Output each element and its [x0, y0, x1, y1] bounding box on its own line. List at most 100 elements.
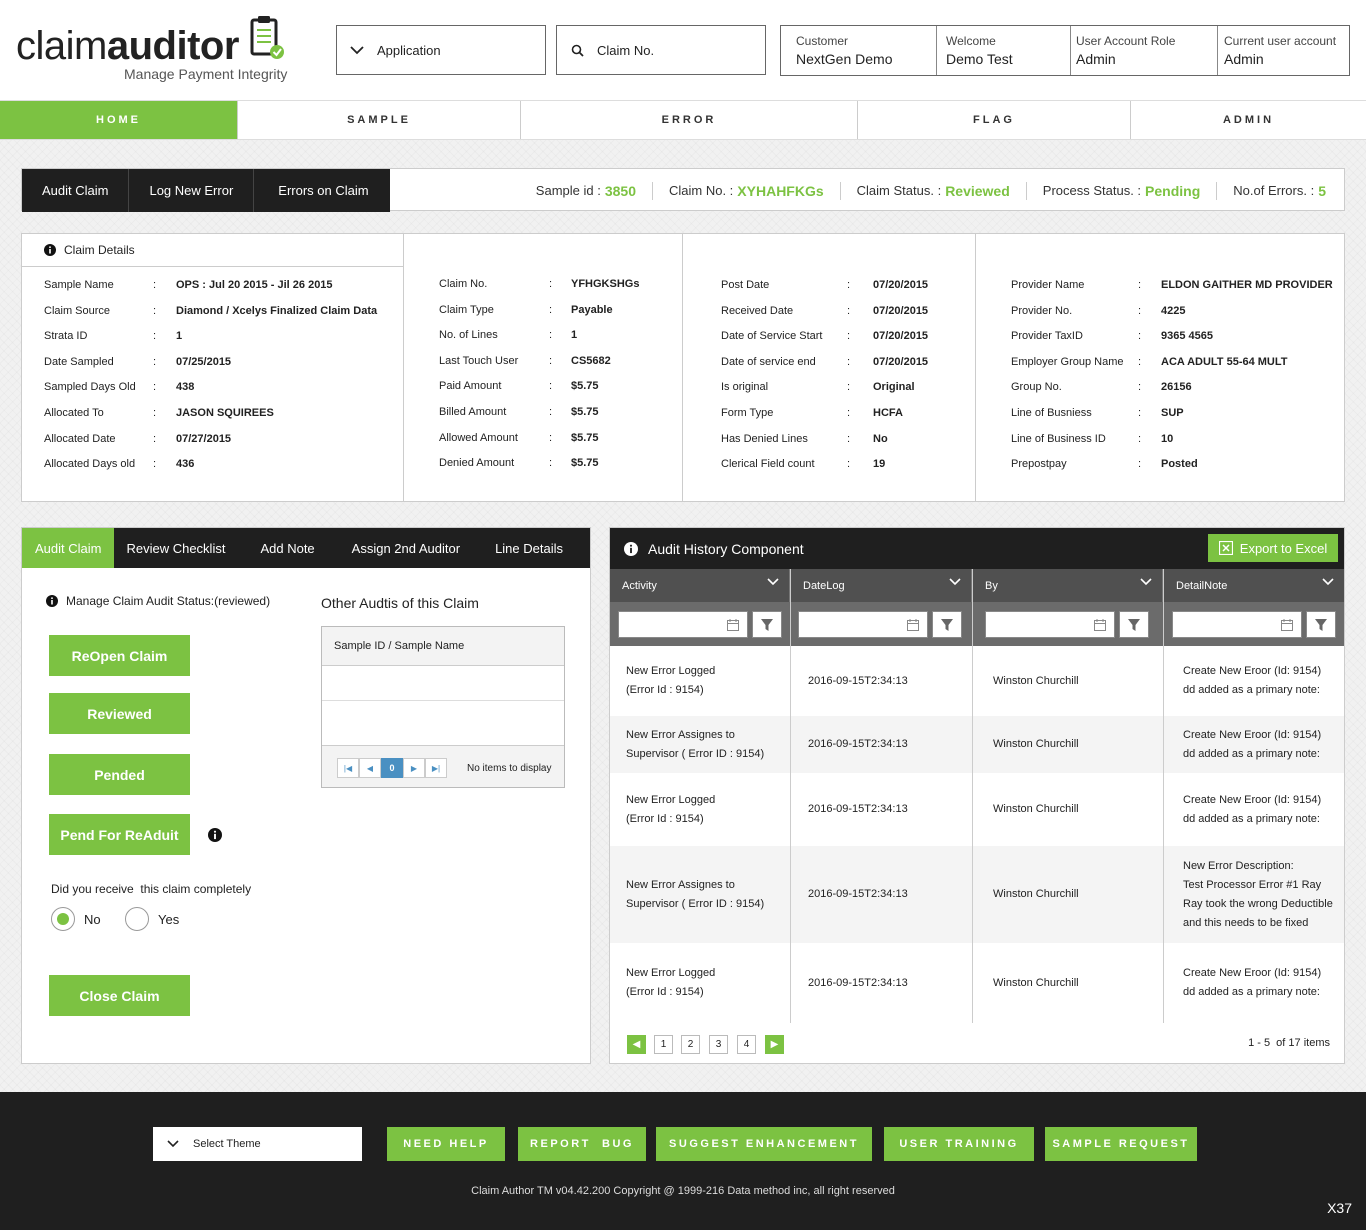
detailnote-cell: Create New Eroor (Id: 9154) dd added as a…: [1183, 964, 1343, 1002]
column-detailnote[interactable]: DetailNote: [1164, 569, 1344, 602]
reviewed-button[interactable]: Reviewed: [49, 693, 190, 734]
export-to-excel-button[interactable]: Export to Excel: [1208, 534, 1338, 562]
by-cell: Winston Churchill: [993, 675, 1079, 687]
filter-icon[interactable]: [932, 611, 962, 638]
chevron-down-icon: [167, 1140, 179, 1148]
calendar-icon[interactable]: [1281, 619, 1293, 631]
welcome-cell: Welcome Demo Test: [937, 26, 1071, 75]
calendar-icon[interactable]: [727, 619, 739, 631]
radio-yes[interactable]: [125, 907, 149, 931]
customer-cell: Customer NextGen Demo: [781, 26, 937, 75]
claim-field-label: Group No.: [1011, 381, 1062, 394]
tab-review-checklist[interactable]: Review Checklist: [114, 528, 243, 568]
header: claimauditor Manage Payment Integrity Ap…: [0, 0, 1366, 100]
report-bug-button[interactable]: REPORT BUG: [518, 1127, 646, 1161]
errors-count-info: No.of Errors. :5: [1216, 181, 1344, 200]
detailnote-cell: Create New Eroor (Id: 9154) dd added as a…: [1183, 662, 1343, 700]
tab-line-details[interactable]: Line Details: [478, 528, 580, 568]
column-datelog[interactable]: DateLog: [791, 569, 972, 602]
filter-input[interactable]: [618, 611, 748, 638]
activity-cell: New Error Logged (Error Id : 9154): [626, 662, 786, 700]
radio-no[interactable]: [51, 907, 75, 931]
sample-request-button[interactable]: SAMPLE REQUEST: [1045, 1127, 1197, 1161]
calendar-icon[interactable]: [907, 619, 919, 631]
claim-field-colon: :: [1138, 279, 1142, 291]
nav-error[interactable]: ERROR: [521, 101, 858, 139]
copyright: Claim Author TM v04.42.200 Copyright @ 1…: [471, 1185, 895, 1197]
claim-field-colon: :: [1138, 458, 1142, 471]
page-2[interactable]: 2: [681, 1035, 700, 1054]
detailnote-cell-line: dd added as a primary note:: [1183, 684, 1320, 696]
reopen-claim-button[interactable]: ReOpen Claim: [49, 635, 190, 676]
nav-admin[interactable]: ADMIN: [1131, 101, 1366, 139]
tab-audit-claim[interactable]: Audit Claim: [22, 169, 130, 212]
tab-errors-on-claim[interactable]: Errors on Claim: [254, 169, 390, 212]
column-activity[interactable]: Activity: [610, 569, 790, 602]
next-page-icon[interactable]: ▶: [765, 1035, 784, 1054]
page-3[interactable]: 3: [709, 1035, 728, 1054]
claim-field-value: ACA ADULT 55-64 MULT: [1161, 355, 1288, 368]
by-cell: Winston Churchill: [993, 738, 1079, 750]
pend-for-readuit-button[interactable]: Pend For ReAduit: [49, 814, 190, 855]
logo[interactable]: claimauditor Manage Payment Integrity: [16, 14, 296, 86]
claim-field: Provider TaxID: 9365 4565: [22, 330, 1342, 344]
column-divider: [1163, 569, 1164, 1023]
logo-text: claimauditor: [16, 24, 239, 68]
theme-label: Select Theme: [193, 1138, 261, 1150]
tab-log-new-error[interactable]: Log New Error: [129, 169, 255, 212]
theme-select[interactable]: Select Theme: [153, 1127, 362, 1161]
prev-page-icon[interactable]: ◀: [627, 1035, 646, 1054]
next-page-icon[interactable]: ▶: [403, 758, 425, 778]
claim-field-value: 26156: [1161, 381, 1192, 394]
other-audits-title: Other Audtis of this Claim: [321, 595, 479, 611]
claim-details-panel: Claim Details Sample Name: OPS : Jul 20 2…: [21, 233, 1345, 502]
table-row: [322, 666, 564, 701]
first-page-icon[interactable]: |◀: [337, 758, 359, 778]
tab-add-note[interactable]: Add Note: [243, 528, 332, 568]
filter-icon[interactable]: [1119, 611, 1149, 638]
chevron-down-icon: [1322, 578, 1334, 586]
claim-status-info: Claim Status. : Reviewed: [839, 181, 1026, 200]
pended-button[interactable]: Pended: [49, 754, 190, 795]
detailnote-cell-line: New Error Description:: [1183, 860, 1294, 872]
column-by[interactable]: By: [973, 569, 1163, 602]
claim-field-value: 9365 4565: [1161, 330, 1213, 343]
filter-input[interactable]: [798, 611, 928, 638]
logo-tagline: Manage Payment Integrity: [124, 66, 288, 82]
claim-field: Prepostpay: Posted: [22, 458, 1342, 472]
claim-details-title: Claim Details: [64, 243, 135, 257]
detailnote-cell-line: dd added as a primary note:: [1183, 748, 1320, 760]
info-icon[interactable]: [208, 828, 222, 842]
filter-input[interactable]: [985, 611, 1115, 638]
application-select[interactable]: Application: [336, 25, 546, 75]
table-row: [322, 701, 564, 736]
claim-field-colon: :: [1138, 304, 1142, 317]
user-training-button[interactable]: USER TRAINING: [884, 1127, 1034, 1161]
audit-panel: Audit Claim Review Checklist Add Note As…: [21, 527, 591, 1064]
activity-cell-line: Supervisor ( Error ID : 9154): [626, 748, 765, 760]
claim-field-colon: :: [1138, 355, 1142, 368]
suggest-enhancement-button[interactable]: SUGGEST ENHANCEMENT: [656, 1127, 872, 1161]
chevron-down-icon: [1140, 578, 1152, 586]
pager-empty-text: No items to display: [467, 763, 552, 774]
nav-home[interactable]: HOME: [0, 101, 238, 139]
filter-input[interactable]: [1172, 611, 1302, 638]
info-icon: [46, 595, 58, 607]
filter-icon[interactable]: [1306, 611, 1336, 638]
last-page-icon[interactable]: ▶|: [425, 758, 447, 778]
calendar-icon[interactable]: [1094, 619, 1106, 631]
column-divider: [790, 569, 791, 1023]
tab-assign-2nd-auditor[interactable]: Assign 2nd Auditor: [333, 528, 478, 568]
prev-page-icon[interactable]: ◀: [359, 758, 381, 778]
claim-search-input[interactable]: Claim No.: [556, 25, 766, 75]
audit-history-title: Audit History Component: [648, 540, 804, 557]
need-help-button[interactable]: NEED HELP: [387, 1127, 505, 1161]
nav-flag[interactable]: FLAG: [858, 101, 1131, 139]
tab-audit-claim-panel[interactable]: Audit Claim: [22, 528, 115, 568]
nav-sample[interactable]: SAMPLE: [238, 101, 521, 139]
close-claim-button[interactable]: Close Claim: [49, 975, 190, 1016]
page-4[interactable]: 4: [737, 1035, 756, 1054]
filter-icon[interactable]: [752, 611, 782, 638]
page-1[interactable]: 1: [654, 1035, 673, 1054]
current-page[interactable]: 0: [381, 758, 403, 778]
